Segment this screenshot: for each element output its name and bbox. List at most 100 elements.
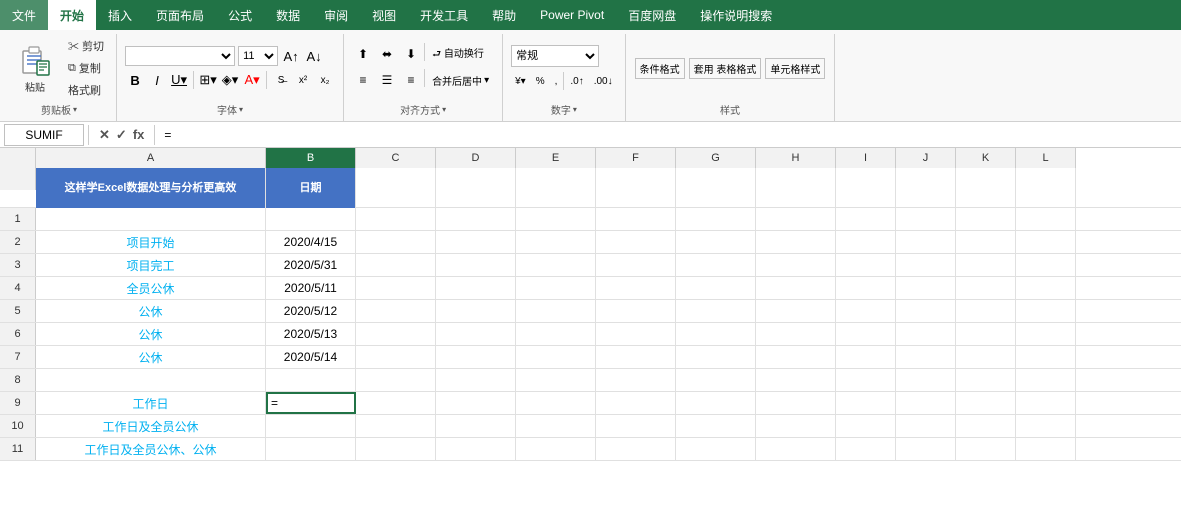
- align-middle-button[interactable]: ⬌: [376, 43, 398, 65]
- cell-col-g[interactable]: [676, 277, 756, 299]
- number-expand-icon[interactable]: ▾: [573, 105, 577, 114]
- cell-col-k[interactable]: [956, 168, 1016, 208]
- font-name-select[interactable]: [125, 46, 235, 66]
- cell-col-j[interactable]: [896, 323, 956, 345]
- cell-col-e[interactable]: [516, 300, 596, 322]
- formula-input[interactable]: [159, 124, 1177, 146]
- cell-col-c[interactable]: [356, 392, 436, 414]
- auto-wrap-button[interactable]: ⮐ 自动换行: [427, 43, 489, 65]
- cell-col-i[interactable]: [836, 231, 896, 253]
- increase-font-btn[interactable]: A↑: [281, 46, 301, 66]
- comma-button[interactable]: ,: [551, 71, 562, 91]
- cell-col-j[interactable]: [896, 392, 956, 414]
- cell-col-l[interactable]: [1016, 346, 1076, 368]
- cell-col-h[interactable]: [756, 277, 836, 299]
- increase-decimal-button[interactable]: .0↑: [566, 71, 587, 91]
- cell-col-g[interactable]: [676, 208, 756, 230]
- cell-col-c[interactable]: [356, 415, 436, 437]
- cell-col-i[interactable]: [836, 323, 896, 345]
- col-header-h[interactable]: H: [756, 148, 836, 168]
- cell-col-d[interactable]: [436, 231, 516, 253]
- cell-col-i[interactable]: [836, 369, 896, 391]
- cell-col-e[interactable]: [516, 438, 596, 460]
- cell-col-b[interactable]: 2020/4/15: [266, 231, 356, 253]
- cell-col-e[interactable]: [516, 168, 596, 208]
- number-format-select[interactable]: 常规: [511, 45, 599, 67]
- cell-col-f[interactable]: [596, 208, 676, 230]
- cell-col-e[interactable]: [516, 208, 596, 230]
- cell-col-j[interactable]: [896, 438, 956, 460]
- cell-col-g[interactable]: [676, 392, 756, 414]
- decrease-font-btn[interactable]: A↓: [304, 46, 324, 66]
- align-top-button[interactable]: ⬆: [352, 43, 374, 65]
- cell-col-l[interactable]: [1016, 168, 1076, 208]
- cell-col-f[interactable]: [596, 415, 676, 437]
- ribbon-tab-文件[interactable]: 文件: [0, 0, 48, 30]
- cell-col-b[interactable]: 2020/5/13: [266, 323, 356, 345]
- paste-button[interactable]: 粘贴: [10, 36, 60, 97]
- ribbon-tab-视图[interactable]: 视图: [360, 0, 408, 30]
- cell-col-f[interactable]: [596, 369, 676, 391]
- cell-col-g[interactable]: [676, 346, 756, 368]
- alignment-expand-icon[interactable]: ▾: [442, 105, 446, 114]
- cell-col-l[interactable]: [1016, 392, 1076, 414]
- cell-col-e[interactable]: [516, 392, 596, 414]
- col-header-k[interactable]: K: [956, 148, 1016, 168]
- border-button[interactable]: ⊞▾: [198, 70, 218, 90]
- cell-col-i[interactable]: [836, 277, 896, 299]
- cell-col-e[interactable]: [516, 254, 596, 276]
- cell-col-c[interactable]: [356, 168, 436, 208]
- font-expand-icon[interactable]: ▾: [239, 105, 243, 114]
- function-icon[interactable]: fx: [133, 127, 145, 142]
- cell-col-a[interactable]: 工作日及全员公休: [36, 415, 266, 437]
- cell-col-a[interactable]: [36, 208, 266, 230]
- cell-col-h[interactable]: [756, 254, 836, 276]
- cell-col-c[interactable]: [356, 369, 436, 391]
- cell-col-a[interactable]: 工作日及全员公休、公休: [36, 438, 266, 460]
- cell-col-l[interactable]: [1016, 300, 1076, 322]
- cell-col-e[interactable]: [516, 277, 596, 299]
- cell-col-i[interactable]: [836, 392, 896, 414]
- cell-col-b[interactable]: [266, 438, 356, 460]
- cell-col-a[interactable]: 全员公休: [36, 277, 266, 299]
- percent-button[interactable]: %: [532, 71, 549, 91]
- cell-col-h[interactable]: [756, 300, 836, 322]
- cell-col-i[interactable]: [836, 300, 896, 322]
- cell-col-k[interactable]: [956, 277, 1016, 299]
- align-center-button[interactable]: ☰: [376, 69, 398, 91]
- ribbon-tab-审阅[interactable]: 审阅: [312, 0, 360, 30]
- cell-col-j[interactable]: [896, 254, 956, 276]
- cell-col-l[interactable]: [1016, 369, 1076, 391]
- font-color-button[interactable]: A▾: [242, 70, 262, 90]
- cell-col-i[interactable]: [836, 208, 896, 230]
- table-format-button[interactable]: 套用 表格格式: [689, 58, 762, 79]
- col-header-j[interactable]: J: [896, 148, 956, 168]
- italic-button[interactable]: I: [147, 70, 167, 90]
- cell-col-a[interactable]: [36, 369, 266, 391]
- cell-col-h[interactable]: [756, 392, 836, 414]
- cell-col-a[interactable]: 公休: [36, 346, 266, 368]
- col-header-e[interactable]: E: [516, 148, 596, 168]
- cell-col-e[interactable]: [516, 346, 596, 368]
- cell-col-b[interactable]: [266, 415, 356, 437]
- bold-button[interactable]: B: [125, 70, 145, 90]
- cell-col-j[interactable]: [896, 231, 956, 253]
- strikethrough-button[interactable]: S̶: [271, 70, 291, 90]
- cell-col-d[interactable]: [436, 168, 516, 208]
- merge-button[interactable]: 合并后居中 ▾: [427, 69, 494, 91]
- cell-col-g[interactable]: [676, 323, 756, 345]
- cell-col-b[interactable]: 2020/5/31: [266, 254, 356, 276]
- cell-col-g[interactable]: [676, 369, 756, 391]
- copy-button[interactable]: ⧉ 复制: [64, 58, 108, 78]
- cell-col-b[interactable]: =: [266, 392, 356, 414]
- ribbon-tab-插入[interactable]: 插入: [96, 0, 144, 30]
- cell-col-j[interactable]: [896, 277, 956, 299]
- ribbon-tab-页面布局[interactable]: 页面布局: [144, 0, 216, 30]
- cancel-icon[interactable]: ✕: [99, 127, 110, 143]
- cell-col-k[interactable]: [956, 392, 1016, 414]
- cell-col-g[interactable]: [676, 438, 756, 460]
- cell-col-a[interactable]: 项目完工: [36, 254, 266, 276]
- cell-col-b[interactable]: 2020/5/12: [266, 300, 356, 322]
- cell-col-f[interactable]: [596, 323, 676, 345]
- cell-col-j[interactable]: [896, 168, 956, 208]
